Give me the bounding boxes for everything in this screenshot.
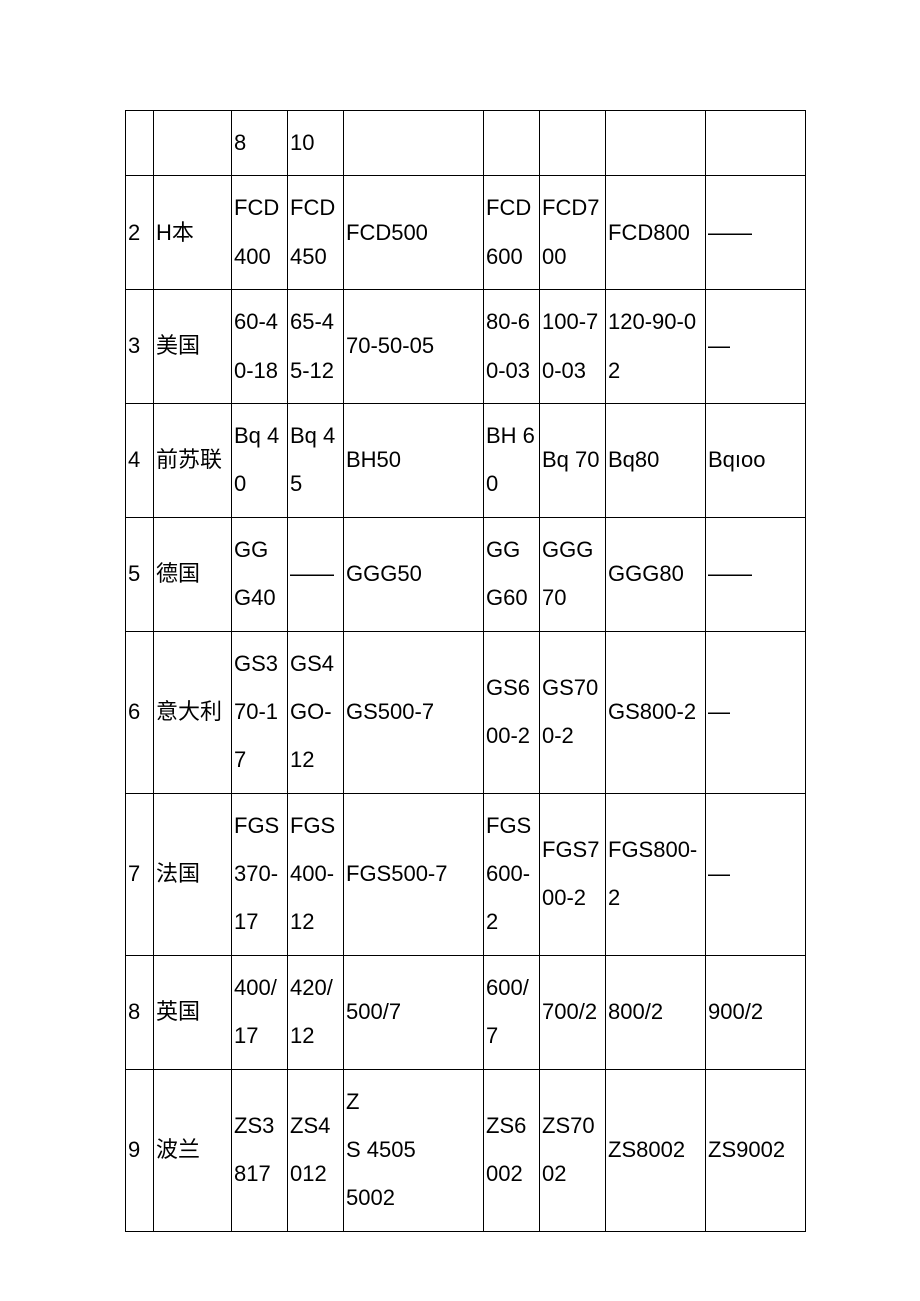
- cell: FGS700-2: [540, 793, 606, 955]
- table-row: 4 前苏联 Bq 40 Bq 45 BH50 BH 60 Bq 70 Bq80 …: [126, 403, 806, 517]
- cell: GS4GO-12: [288, 631, 344, 793]
- cell: Bqıoo: [706, 403, 806, 517]
- cell: [344, 111, 484, 176]
- cell: 700/2: [540, 955, 606, 1069]
- cell: —: [706, 290, 806, 404]
- cell-rownum: 7: [126, 793, 154, 955]
- cell-country: [154, 111, 232, 176]
- cell: ——: [706, 176, 806, 290]
- cell-rownum: [126, 111, 154, 176]
- cell: 8: [232, 111, 288, 176]
- cell-rownum: 4: [126, 403, 154, 517]
- cell-country: 法国: [154, 793, 232, 955]
- cell: 500/7: [344, 955, 484, 1069]
- cell: FGS400-12: [288, 793, 344, 955]
- cell: GGG70: [540, 517, 606, 631]
- cell: 420/12: [288, 955, 344, 1069]
- cell: ZS4012: [288, 1069, 344, 1231]
- cell: Z S 4505 5002: [344, 1069, 484, 1231]
- cell: GS600-2: [484, 631, 540, 793]
- cell-rownum: 5: [126, 517, 154, 631]
- cell: Bq 70: [540, 403, 606, 517]
- cell: [606, 111, 706, 176]
- cell: 65-45-12: [288, 290, 344, 404]
- cell-country: 波兰: [154, 1069, 232, 1231]
- cell-country: 美国: [154, 290, 232, 404]
- cell-country: 英国: [154, 955, 232, 1069]
- cell: Bq 45: [288, 403, 344, 517]
- cell: 60-40-18: [232, 290, 288, 404]
- cell: Bq 40: [232, 403, 288, 517]
- cell-rownum: 8: [126, 955, 154, 1069]
- cell: [540, 111, 606, 176]
- cell: 600/7: [484, 955, 540, 1069]
- cell: ZS3817: [232, 1069, 288, 1231]
- cell: FCD700: [540, 176, 606, 290]
- cell-country: H本: [154, 176, 232, 290]
- cell: GGG40: [232, 517, 288, 631]
- cell: GGG60: [484, 517, 540, 631]
- cell: GS700-2: [540, 631, 606, 793]
- cell: 80-60-03: [484, 290, 540, 404]
- cell: BH50: [344, 403, 484, 517]
- cell: ZS6002: [484, 1069, 540, 1231]
- table-row: 5 德国 GGG40 —— GGG50 GGG60 GGG70 GGG80 ——: [126, 517, 806, 631]
- cell: ——: [288, 517, 344, 631]
- table-body: 8 10 2 H本 FCD400 FCD450 FCD500 FCD600 FC…: [126, 111, 806, 1232]
- table-row: 9 波兰 ZS3817 ZS4012 Z S 4505 5002 ZS6002 …: [126, 1069, 806, 1231]
- cell: —: [706, 793, 806, 955]
- cell: 70-50-05: [344, 290, 484, 404]
- table-row: 8 10: [126, 111, 806, 176]
- cell: 120-90-02: [606, 290, 706, 404]
- table-row: 3 美国 60-40-18 65-45-12 70-50-05 80-60-03…: [126, 290, 806, 404]
- cell-rownum: 6: [126, 631, 154, 793]
- cell: Bq80: [606, 403, 706, 517]
- cell: GGG80: [606, 517, 706, 631]
- cell-rownum: 2: [126, 176, 154, 290]
- cell: GS800-2: [606, 631, 706, 793]
- cell: ZS9002: [706, 1069, 806, 1231]
- cell-rownum: 9: [126, 1069, 154, 1231]
- standards-table: 8 10 2 H本 FCD400 FCD450 FCD500 FCD600 FC…: [125, 110, 806, 1232]
- table-row: 6 意大利 GS370-17 GS4GO-12 GS500-7 GS600-2 …: [126, 631, 806, 793]
- cell: [706, 111, 806, 176]
- cell: 10: [288, 111, 344, 176]
- table-row: 2 H本 FCD400 FCD450 FCD500 FCD600 FCD700 …: [126, 176, 806, 290]
- cell: [484, 111, 540, 176]
- cell: FGS800-2: [606, 793, 706, 955]
- table-row: 7 法国 FGS370-17 FGS400-12 FGS500-7 FGS600…: [126, 793, 806, 955]
- cell-rownum: 3: [126, 290, 154, 404]
- cell: BH 60: [484, 403, 540, 517]
- cell: GS500-7: [344, 631, 484, 793]
- cell: 800/2: [606, 955, 706, 1069]
- cell: FCD450: [288, 176, 344, 290]
- cell: 100-70-03: [540, 290, 606, 404]
- cell: FGS600-2: [484, 793, 540, 955]
- cell: 400/17: [232, 955, 288, 1069]
- cell-country: 德国: [154, 517, 232, 631]
- cell: GGG50: [344, 517, 484, 631]
- cell: —: [706, 631, 806, 793]
- cell: 900/2: [706, 955, 806, 1069]
- cell: ZS8002: [606, 1069, 706, 1231]
- table-row: 8 英国 400/17 420/12 500/7 600/7 700/2 800…: [126, 955, 806, 1069]
- cell: GS370-17: [232, 631, 288, 793]
- cell: FGS500-7: [344, 793, 484, 955]
- cell-country: 前苏联: [154, 403, 232, 517]
- cell: FCD800: [606, 176, 706, 290]
- cell: ——: [706, 517, 806, 631]
- cell: FCD400: [232, 176, 288, 290]
- cell: FGS370-17: [232, 793, 288, 955]
- cell: FCD500: [344, 176, 484, 290]
- cell: FCD600: [484, 176, 540, 290]
- cell-country: 意大利: [154, 631, 232, 793]
- cell: ZS7002: [540, 1069, 606, 1231]
